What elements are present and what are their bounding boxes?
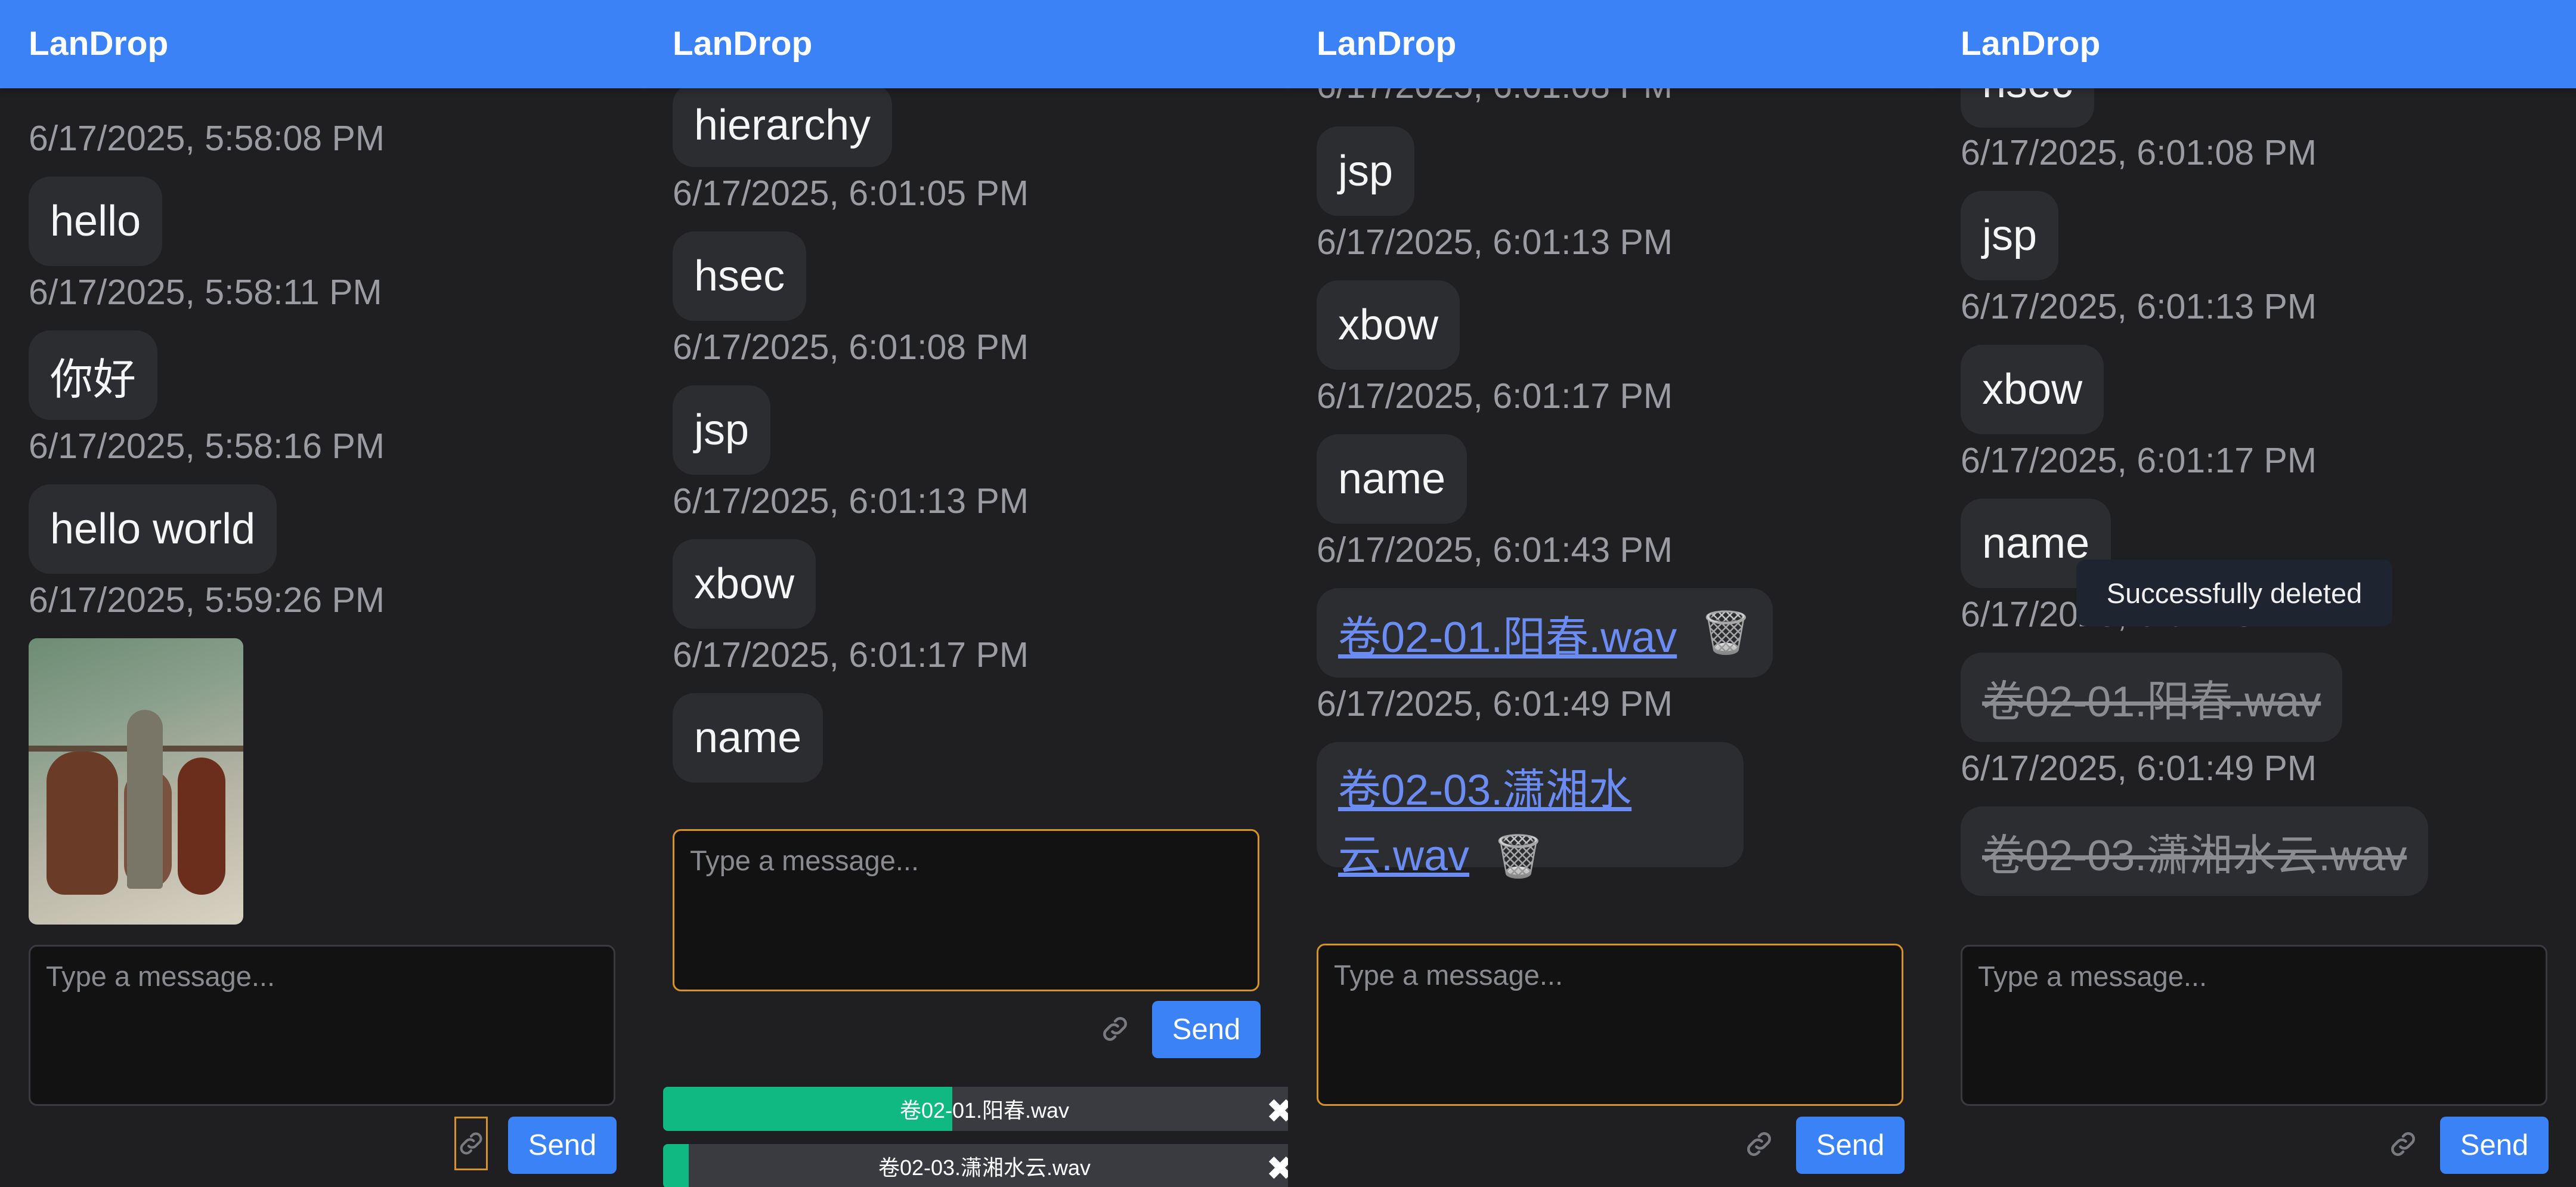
message-timestamp: 6/17/2025, 6:01:08 PM xyxy=(1961,133,2317,172)
trash-icon[interactable]: 🗑️ xyxy=(1701,609,1751,657)
message-bubble[interactable]: jsp xyxy=(1961,191,2059,280)
message-bubble[interactable]: hello world xyxy=(29,484,277,574)
message-input[interactable] xyxy=(673,829,1259,991)
message-timestamp: 6/17/2025, 5:58:16 PM xyxy=(29,426,385,466)
send-button[interactable]: Send xyxy=(508,1117,617,1174)
link-icon xyxy=(1747,1132,1771,1156)
link-icon xyxy=(2391,1132,2415,1156)
app-header: LanDrop xyxy=(0,0,644,88)
file-download-link[interactable]: 卷02-01.阳春.wav xyxy=(1338,602,1677,664)
deleted-file-message: 卷02-03.潇湘水云.wav xyxy=(1961,806,2429,896)
app-title: LanDrop xyxy=(1961,24,2101,63)
message-timestamp: 6/17/2025, 5:58:08 PM xyxy=(29,119,385,158)
message-bubble[interactable]: jsp xyxy=(673,385,771,475)
message-input[interactable] xyxy=(1317,944,1903,1106)
message-input[interactable] xyxy=(29,945,615,1106)
message-timestamp: 6/17/2025, 6:01:49 PM xyxy=(1961,749,2317,788)
message-bubble[interactable]: name xyxy=(1317,434,1467,524)
message-timestamp: 6/17/2025, 6:01:05 PM xyxy=(673,174,1029,213)
screen-4: hsec 6/17/2025, 6:01:08 PM jsp 6/17/2025… xyxy=(1932,0,2576,1187)
message-timestamp: 6/17/2025, 6:01:17 PM xyxy=(1317,376,1673,416)
upload-file-name: 卷02-03.潇湘水云.wav xyxy=(878,1155,1091,1180)
link-icon xyxy=(460,1132,482,1155)
send-button[interactable]: Send xyxy=(2440,1117,2549,1174)
attach-file-button[interactable] xyxy=(1741,1126,1777,1162)
message-timestamp: 6/17/2025, 6:01:49 PM xyxy=(1317,684,1673,724)
message-bubble[interactable]: jsp xyxy=(1317,126,1415,216)
message-timestamp: 6/17/2025, 6:01:13 PM xyxy=(1961,287,2317,326)
screen-1: LanDrop 6/17/2025, 5:58:08 PM hello 6/17… xyxy=(0,0,644,1187)
message-timestamp: 6/17/2025, 6:01:17 PM xyxy=(1961,441,2317,480)
app-header: LanDrop xyxy=(1288,0,1932,88)
message-textarea[interactable] xyxy=(1318,945,1902,1104)
file-message[interactable]: 卷02-03.潇湘水 云.wav 🗑️ xyxy=(1317,742,1744,880)
message-bubble[interactable]: 你好 xyxy=(29,330,158,420)
message-textarea[interactable] xyxy=(674,831,1258,990)
message-bubble[interactable]: xbow xyxy=(673,539,816,629)
cancel-upload-icon[interactable]: ✖ xyxy=(1266,1092,1288,1131)
file-message[interactable]: 卷02-01.阳春.wav 🗑️ xyxy=(1317,588,1773,678)
message-timestamp: 6/17/2025, 6:01:13 PM xyxy=(1317,222,1673,262)
screen-2: hierarchy 6/17/2025, 6:01:05 PM hsec 6/1… xyxy=(644,0,1288,1187)
upload-file-name: 卷02-01.阳春.wav xyxy=(899,1098,1070,1123)
attach-file-button[interactable] xyxy=(1097,1011,1133,1047)
send-button[interactable]: Send xyxy=(1796,1117,1905,1174)
app-header: LanDrop xyxy=(644,0,1288,88)
cancel-upload-icon[interactable]: ✖ xyxy=(1266,1149,1288,1187)
app-header: LanDrop xyxy=(1932,0,2576,88)
screens-container: LanDrop 6/17/2025, 5:58:08 PM hello 6/17… xyxy=(0,0,2576,1187)
message-bubble[interactable]: hsec xyxy=(673,231,807,321)
attach-file-button[interactable] xyxy=(454,1117,488,1170)
message-bubble[interactable]: xbow xyxy=(1961,345,2104,434)
toast-notification: Successfully deleted xyxy=(2076,560,2392,626)
attach-file-button[interactable] xyxy=(2385,1126,2421,1162)
message-bubble[interactable]: name xyxy=(673,693,823,783)
deleted-file-message: 卷02-01.阳春.wav xyxy=(1961,653,2343,742)
upload-progress-bar: 卷02-01.阳春.wav ✖ xyxy=(663,1087,1288,1131)
message-bubble[interactable]: hierarchy xyxy=(673,84,893,167)
message-bubble[interactable]: hello xyxy=(29,177,163,266)
app-title: LanDrop xyxy=(29,24,169,63)
file-download-link[interactable]: 卷02-03.潇湘水 xyxy=(1338,766,1631,814)
message-input[interactable] xyxy=(1961,945,2547,1106)
upload-progress-bar: 卷02-03.潇湘水云.wav ✖ xyxy=(663,1144,1288,1187)
message-timestamp: 6/17/2025, 5:58:11 PM xyxy=(29,273,382,312)
message-timestamp: 6/17/2025, 6:01:13 PM xyxy=(673,481,1029,521)
app-title: LanDrop xyxy=(673,24,813,63)
send-button[interactable]: Send xyxy=(1152,1001,1261,1058)
file-download-link[interactable]: 云.wav xyxy=(1338,832,1469,880)
file-link-wrapper: 卷02-03.潇湘水 云.wav 🗑️ xyxy=(1338,758,1631,889)
message-timestamp: 6/17/2025, 5:59:26 PM xyxy=(29,580,385,620)
trash-icon[interactable]: 🗑️ xyxy=(1493,834,1544,879)
link-icon xyxy=(1103,1017,1127,1041)
image-message[interactable] xyxy=(29,638,243,925)
message-timestamp: 6/17/2025, 6:01:43 PM xyxy=(1317,530,1673,570)
screen-3: 6/17/2025, 6:01:08 PM jsp 6/17/2025, 6:0… xyxy=(1288,0,1932,1187)
message-timestamp: 6/17/2025, 6:01:08 PM xyxy=(673,327,1029,367)
message-timestamp: 6/17/2025, 6:01:17 PM xyxy=(673,635,1029,675)
app-title: LanDrop xyxy=(1317,24,1457,63)
message-textarea[interactable] xyxy=(1962,947,2546,1104)
message-bubble[interactable]: xbow xyxy=(1317,280,1460,370)
message-textarea[interactable] xyxy=(30,947,614,1104)
